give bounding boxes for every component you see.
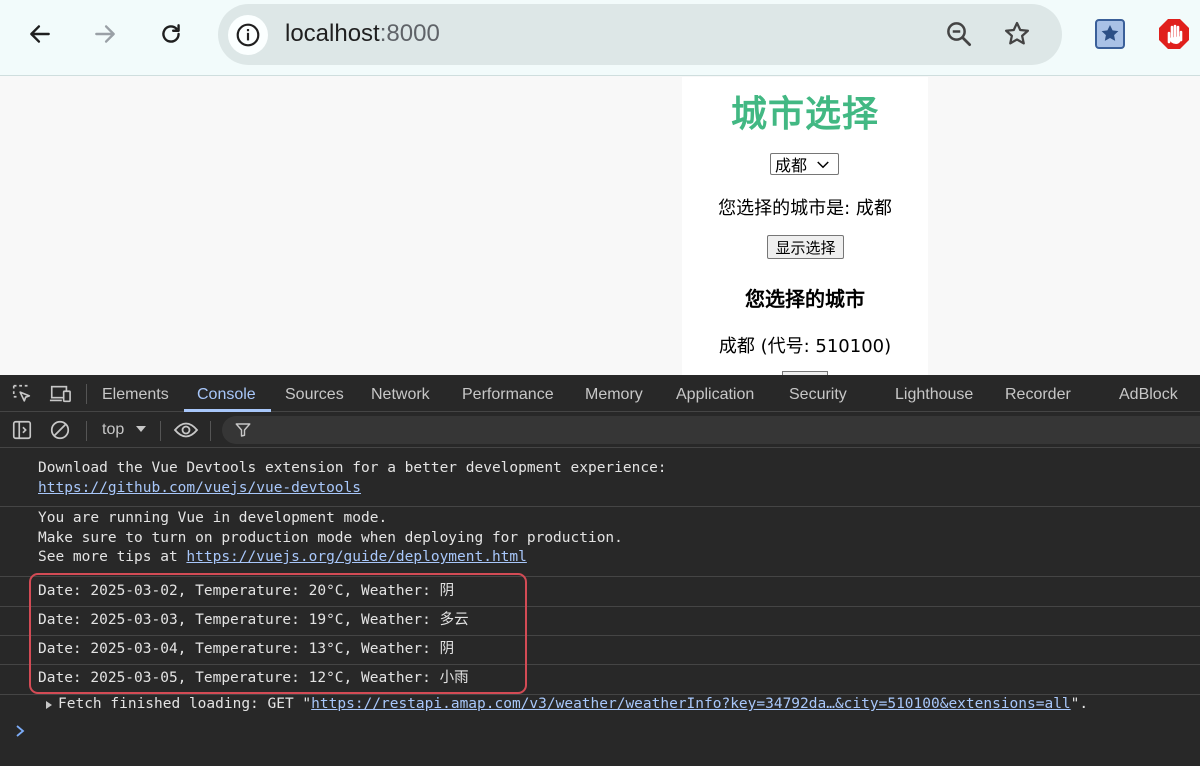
message-text: ". — [1070, 696, 1089, 712]
tab-recorder[interactable]: Recorder — [1005, 386, 1071, 404]
url-host: localhost — [285, 20, 380, 47]
zoom-out-icon — [947, 22, 971, 46]
back-button[interactable] — [20, 14, 60, 54]
message-text: Date: 2025-03-05, Temperature: 12°C, Wea… — [38, 670, 469, 686]
filter-icon — [235, 423, 251, 437]
clear-console-button[interactable] — [48, 419, 72, 441]
arrow-left-icon — [30, 25, 50, 43]
toolbar-separator — [86, 421, 87, 441]
weather-log-row: Date: 2025-03-04, Temperature: 13°C, Wea… — [0, 636, 1200, 665]
bookmark-extension-icon — [1095, 19, 1125, 49]
message-text: Date: 2025-03-03, Temperature: 19°C, Wea… — [38, 612, 469, 628]
tab-elements[interactable]: Elements — [102, 386, 169, 404]
weather-log-row: Date: 2025-03-05, Temperature: 12°C, Wea… — [0, 665, 1200, 695]
caret-down-icon — [135, 426, 146, 432]
weather-log-row: Date: 2025-03-03, Temperature: 19°C, Wea… — [0, 607, 1200, 636]
tab-adblock[interactable]: AdBlock — [1119, 386, 1178, 404]
message-text: Date: 2025-03-04, Temperature: 13°C, Wea… — [38, 641, 455, 657]
tab-console[interactable]: Console — [197, 386, 256, 404]
expand-triangle-icon[interactable] — [44, 700, 54, 710]
message-text: Make sure to turn on production mode whe… — [38, 529, 623, 546]
fetch-url-link[interactable]: https://restapi.amap.com/v3/weather/weat… — [311, 696, 1071, 712]
console-toolbar: top — [0, 413, 1200, 448]
message-text: You are running Vue in development mode. — [38, 510, 388, 526]
info-icon — [236, 23, 260, 47]
city-app: 城市选择 成都 您选择的城市是: 成都 显示选择 您选择的城市 成都 (代号: … — [682, 77, 928, 375]
city-select-value: 成都 — [775, 156, 808, 175]
page-viewport: 城市选择 成都 您选择的城市是: 成都 显示选择 您选择的城市 成都 (代号: … — [0, 77, 1200, 375]
city-code-text: 成都 (代号: 510100) — [718, 336, 892, 357]
context-select-value: top — [102, 421, 125, 438]
eye-icon — [173, 422, 199, 438]
toolbar-separator — [160, 421, 161, 441]
bookmark-extension-button[interactable] — [1094, 18, 1126, 55]
url-port: :8000 — [379, 20, 440, 47]
address-bar[interactable]: localhost:8000 — [218, 4, 1062, 65]
chevron-down-icon — [817, 161, 829, 169]
adblock-extension-button[interactable] — [1158, 18, 1190, 55]
message-text: Date: 2025-03-02, Temperature: 20°C, Wea… — [38, 583, 455, 599]
weather-log-row: Date: 2025-03-02, Temperature: 20°C, Wea… — [0, 578, 1200, 607]
tab-network[interactable]: Network — [371, 386, 430, 404]
message-text: See more tips at — [38, 549, 187, 565]
zoom-button[interactable] — [944, 19, 974, 54]
tab-separator — [86, 384, 87, 404]
tab-performance[interactable]: Performance — [462, 386, 554, 404]
device-toolbar-button[interactable] — [48, 383, 72, 405]
reload-icon — [162, 24, 180, 43]
adblock-hand-icon — [1159, 19, 1189, 49]
inspect-cursor-icon — [12, 384, 31, 402]
console-output: Download the Vue Devtools extension for … — [0, 449, 1200, 766]
vue-devtools-link[interactable]: https://github.com/vuejs/vue-devtools — [38, 480, 361, 496]
devtools-panel: Elements Console Sources Network Perform… — [0, 375, 1200, 766]
browser-toolbar: localhost:8000 — [0, 0, 1200, 76]
console-filter-input[interactable] — [222, 416, 1200, 444]
chevron-right-icon — [16, 725, 25, 737]
console-message: Download the Vue Devtools extension for … — [0, 459, 1200, 507]
block-icon — [50, 420, 70, 440]
active-tab-indicator — [184, 409, 271, 412]
tab-security[interactable]: Security — [789, 386, 847, 404]
fetch-log-row[interactable]: Fetch finished loading: GET "https://res… — [0, 695, 1200, 715]
context-select[interactable]: top — [102, 421, 147, 439]
tab-lighthouse[interactable]: Lighthouse — [895, 386, 973, 404]
message-text: Download the Vue Devtools extension for … — [38, 460, 667, 476]
arrow-right-icon — [95, 25, 115, 43]
inspect-element-button[interactable] — [10, 383, 34, 405]
sidebar-icon — [12, 420, 32, 440]
toolbar-separator — [210, 421, 211, 441]
console-prompt[interactable] — [14, 723, 26, 743]
console-message: You are running Vue in development mode.… — [0, 508, 1200, 577]
tab-memory[interactable]: Memory — [585, 386, 643, 404]
show-selection-button[interactable]: 显示选择 — [767, 235, 844, 259]
device-icon — [49, 385, 71, 403]
sidebar-toggle-button[interactable] — [10, 419, 34, 441]
reload-button[interactable] — [151, 14, 191, 54]
url-text[interactable]: localhost:8000 — [285, 20, 440, 48]
message-text: Fetch finished loading: GET " — [58, 696, 312, 712]
selected-city-text: 您选择的城市是: 成都 — [718, 198, 892, 219]
site-info-button[interactable] — [228, 15, 268, 55]
selected-city-heading: 您选择的城市 — [745, 287, 865, 311]
bookmark-star-button[interactable] — [1002, 19, 1032, 54]
tab-application[interactable]: Application — [676, 386, 754, 404]
devtools-tabbar: Elements Console Sources Network Perform… — [0, 375, 1200, 412]
forward-button[interactable] — [85, 14, 125, 54]
live-expression-button[interactable] — [172, 419, 200, 441]
deployment-guide-link[interactable]: https://vuejs.org/guide/deployment.html — [186, 549, 526, 565]
tab-sources[interactable]: Sources — [285, 386, 344, 404]
star-icon — [1005, 21, 1029, 45]
city-select[interactable]: 成都 — [770, 153, 839, 175]
page-title: 城市选择 — [730, 94, 879, 135]
